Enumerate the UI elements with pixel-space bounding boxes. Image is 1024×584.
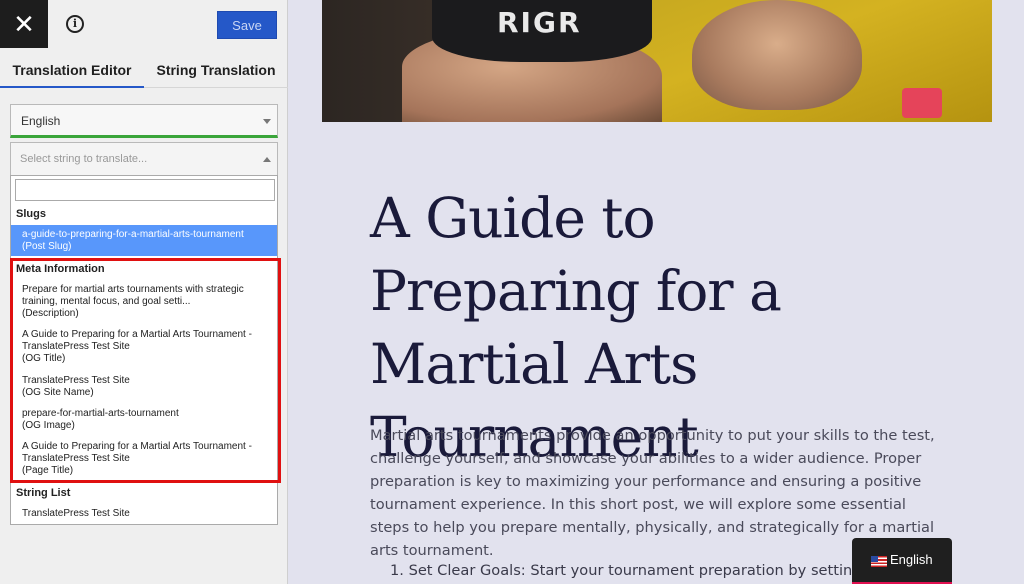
- language-select-value: English: [21, 114, 61, 128]
- group-label-slugs: Slugs: [16, 208, 46, 220]
- chevron-up-icon: [263, 157, 271, 162]
- meta-information-highlight: [10, 258, 281, 483]
- list-item: 1. Set Clear Goals: Start your tournamen…: [390, 562, 890, 579]
- tab-translation-editor[interactable]: Translation Editor: [0, 48, 144, 88]
- group-label-string-list: String List: [16, 487, 71, 499]
- chevron-down-icon: [263, 119, 271, 124]
- option-type: (Post Slug): [22, 241, 72, 252]
- info-icon[interactable]: i: [66, 15, 84, 33]
- tab-string-translation[interactable]: String Translation: [144, 48, 288, 88]
- option-text: a-guide-to-preparing-for-a-martial-arts-…: [22, 229, 244, 240]
- string-select-placeholder: Select string to translate...: [20, 153, 148, 165]
- hero-wrist-wrap: [902, 88, 942, 118]
- hero-shorts-text: RIGR: [497, 6, 582, 39]
- editor-tabs: Translation Editor String Translation: [0, 48, 288, 88]
- translation-editor-panel: ✕ i Save Translation Editor String Trans…: [0, 0, 288, 584]
- close-icon[interactable]: ✕: [0, 0, 48, 48]
- option-text: TranslatePress Test Site: [22, 508, 130, 519]
- page-preview: RIGR A Guide to Preparing for a Martial …: [288, 0, 1024, 584]
- us-flag-icon: [871, 556, 887, 567]
- language-switcher-label: English: [890, 552, 933, 567]
- option-post-slug[interactable]: a-guide-to-preparing-for-a-martial-arts-…: [11, 225, 277, 256]
- language-select[interactable]: English: [10, 104, 278, 138]
- editor-topbar: ✕ i Save: [0, 0, 288, 48]
- dropdown-search-input[interactable]: [15, 179, 275, 201]
- option-string-list-item[interactable]: TranslatePress Test Site: [11, 508, 277, 520]
- save-button[interactable]: Save: [217, 11, 277, 39]
- language-switcher[interactable]: English: [852, 538, 952, 584]
- hero-arm: [692, 0, 862, 110]
- string-select[interactable]: Select string to translate...: [10, 142, 278, 176]
- hero-image: RIGR: [322, 0, 992, 122]
